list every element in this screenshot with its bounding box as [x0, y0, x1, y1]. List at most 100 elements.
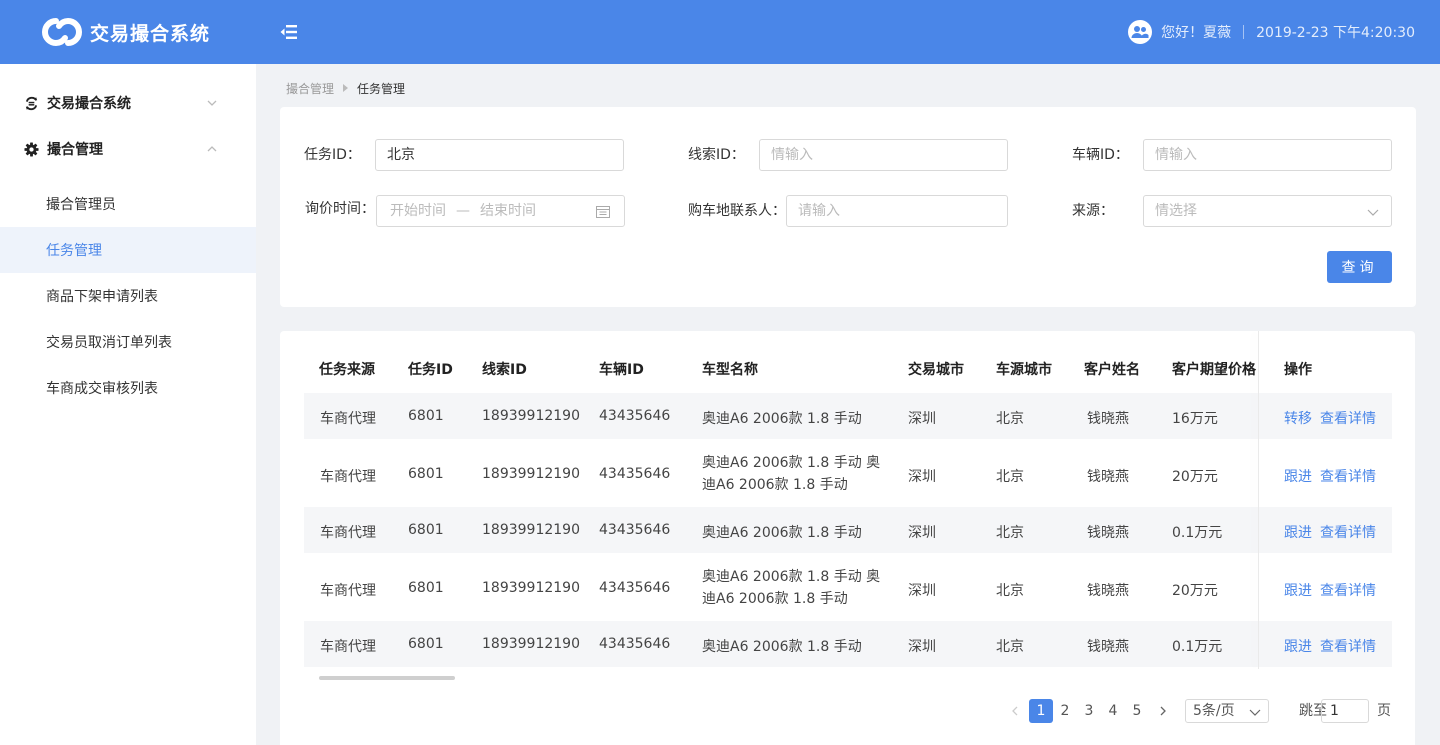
- task-id-input[interactable]: 北京: [375, 139, 624, 171]
- sidebar-item-delist-requests[interactable]: 商品下架申请列表: [0, 273, 256, 319]
- cell-task-id: 6801: [408, 522, 444, 538]
- follow-up-link[interactable]: 跟进: [1284, 580, 1312, 600]
- cell-model: 奥迪A6 2006款 1.8 手动: [702, 411, 862, 427]
- cell-model: 奥迪A6 2006款 1.8 手动: [702, 639, 862, 655]
- user-info: 您好！夏薇 2019-2-23 下午4:20:30: [1128, 0, 1415, 64]
- cell-origin-city: 北京: [996, 469, 1024, 485]
- follow-up-link[interactable]: 跟进: [1284, 636, 1312, 656]
- lead-id-label: 线索ID：: [688, 147, 745, 163]
- filter-panel: 任务ID： 北京 线索ID： 情输入 车辆ID： 情输入 询价时间： 开始时间 …: [280, 107, 1416, 307]
- cell-source: 车商代理: [320, 469, 376, 485]
- sidebar-group-label: 交易撮合系统: [47, 96, 131, 112]
- sidebar-item-matching-admin[interactable]: 撮合管理员: [0, 181, 256, 227]
- vehicle-id-input[interactable]: 情输入: [1143, 139, 1392, 171]
- cell-vehicle-id: 43435646: [599, 466, 671, 482]
- view-details-link[interactable]: 查看详情: [1320, 636, 1376, 656]
- page-5[interactable]: 5: [1125, 699, 1149, 723]
- app-logo[interactable]: 交易撮合系统: [42, 17, 210, 47]
- query-button[interactable]: 查询: [1327, 251, 1392, 283]
- column-header-task-id[interactable]: 任务ID: [408, 359, 453, 381]
- cell-trade-city: 深圳: [908, 411, 936, 427]
- page-2[interactable]: 2: [1053, 699, 1077, 723]
- cell-trade-city: 深圳: [908, 583, 936, 599]
- page-4[interactable]: 4: [1101, 699, 1125, 723]
- cell-source: 车商代理: [320, 525, 376, 541]
- sidebar-item-deal-review[interactable]: 车商成交审核列表: [0, 365, 256, 411]
- chevron-left-icon[interactable]: [1009, 705, 1021, 717]
- sidebar-item-task-management[interactable]: 任务管理: [0, 227, 256, 273]
- page-suffix-label: 页: [1377, 703, 1391, 719]
- transfer-link[interactable]: 转移: [1284, 408, 1312, 428]
- cell-task-id: 6801: [408, 580, 444, 596]
- column-header-source[interactable]: 任务来源: [319, 359, 375, 381]
- inquiry-time-range-picker[interactable]: 开始时间 — 结束时间: [376, 195, 625, 227]
- inquiry-time-label: 询价时间：: [305, 201, 375, 217]
- view-details-link[interactable]: 查看详情: [1320, 466, 1376, 486]
- cell-lead-id: 18939912190: [482, 408, 580, 424]
- column-header-model[interactable]: 车型名称: [702, 359, 758, 381]
- view-details-link[interactable]: 查看详情: [1320, 580, 1376, 600]
- cell-price: 0.1万元: [1172, 525, 1223, 541]
- cell-model: 奥迪A6 2006款 1.8 手动: [702, 525, 862, 541]
- view-details-link[interactable]: 查看详情: [1320, 522, 1376, 542]
- cell-price: 16万元: [1172, 411, 1218, 427]
- task-id-label: 任务ID：: [304, 147, 361, 163]
- horizontal-scrollbar[interactable]: [319, 676, 455, 680]
- jump-to-page-input[interactable]: 1: [1321, 699, 1369, 723]
- cell-model: 奥迪A6 2006款 1.8 手动 奥迪A6 2006款 1.8 手动: [702, 569, 881, 607]
- cell-price: 20万元: [1172, 469, 1218, 485]
- exchange-icon: [25, 96, 38, 110]
- current-datetime: 2019-2-23 下午4:20:30: [1256, 25, 1415, 41]
- cell-customer: 钱晓燕: [1087, 639, 1129, 655]
- page-size-value: 5条/页: [1193, 703, 1235, 719]
- user-greeting[interactable]: 您好！夏薇: [1161, 22, 1231, 42]
- cell-vehicle-id: 43435646: [599, 408, 671, 424]
- cell-lead-id: 18939912190: [482, 522, 580, 538]
- page-3[interactable]: 3: [1077, 699, 1101, 723]
- column-header-vehicle-id[interactable]: 车辆ID: [599, 359, 644, 381]
- cell-source: 车商代理: [320, 639, 376, 655]
- view-details-link[interactable]: 查看详情: [1320, 408, 1376, 428]
- sidebar-group-trade-system[interactable]: 交易撮合系统: [0, 80, 256, 126]
- sidebar-item-cancelled-orders[interactable]: 交易员取消订单列表: [0, 319, 256, 365]
- column-header-actions: 操作: [1284, 362, 1312, 378]
- contact-input[interactable]: 请输入: [786, 195, 1008, 227]
- chevron-up-icon: [207, 146, 217, 152]
- cell-customer: 钱晓燕: [1087, 525, 1129, 541]
- sidebar-item-label: 交易员取消订单列表: [46, 335, 172, 351]
- source-select[interactable]: 情选择: [1143, 195, 1392, 227]
- cell-source: 车商代理: [320, 411, 376, 427]
- column-header-customer[interactable]: 客户姓名: [1084, 359, 1140, 381]
- follow-up-link[interactable]: 跟进: [1284, 522, 1312, 542]
- menu-fold-icon[interactable]: [279, 22, 299, 42]
- cell-lead-id: 18939912190: [482, 466, 580, 482]
- breadcrumb-parent[interactable]: 撮合管理: [286, 80, 334, 97]
- source-select-placeholder: 情选择: [1155, 203, 1197, 219]
- fixed-column-divider: [1258, 331, 1259, 669]
- column-header-trade-city[interactable]: 交易城市: [908, 359, 964, 381]
- sidebar-group-label: 撮合管理: [47, 142, 103, 158]
- cell-origin-city: 北京: [996, 411, 1024, 427]
- sidebar-group-matching[interactable]: 撮合管理: [0, 126, 256, 172]
- chevron-right-icon[interactable]: [1157, 705, 1169, 717]
- lead-id-input[interactable]: 情输入: [759, 139, 1008, 171]
- cell-customer: 钱晓燕: [1087, 469, 1129, 485]
- column-header-lead-id[interactable]: 线索ID: [482, 359, 527, 381]
- user-avatar-icon[interactable]: [1128, 20, 1153, 44]
- chevron-down-icon: [1367, 209, 1379, 216]
- follow-up-link[interactable]: 跟进: [1284, 466, 1312, 486]
- cell-vehicle-id: 43435646: [599, 580, 671, 596]
- cell-origin-city: 北京: [996, 639, 1024, 655]
- cell-task-id: 6801: [408, 636, 444, 652]
- sidebar: 交易撮合系统 撮合管理 撮合管理员 任务管理 商品下架申请列表 交易员取消订单列…: [0, 64, 256, 745]
- page-1[interactable]: 1: [1029, 699, 1053, 723]
- breadcrumb-separator-icon: [343, 84, 349, 92]
- cell-task-id: 6801: [408, 466, 444, 482]
- column-header-origin-city[interactable]: 车源城市: [996, 359, 1052, 381]
- cell-origin-city: 北京: [996, 583, 1024, 599]
- column-header-expected-price[interactable]: 客户期望价格: [1172, 359, 1256, 381]
- gear-icon: [24, 141, 39, 157]
- page-size-select[interactable]: 5条/页: [1185, 699, 1269, 723]
- vehicle-id-label: 车辆ID：: [1072, 147, 1129, 163]
- contact-label: 购车地联系人：: [688, 203, 786, 219]
